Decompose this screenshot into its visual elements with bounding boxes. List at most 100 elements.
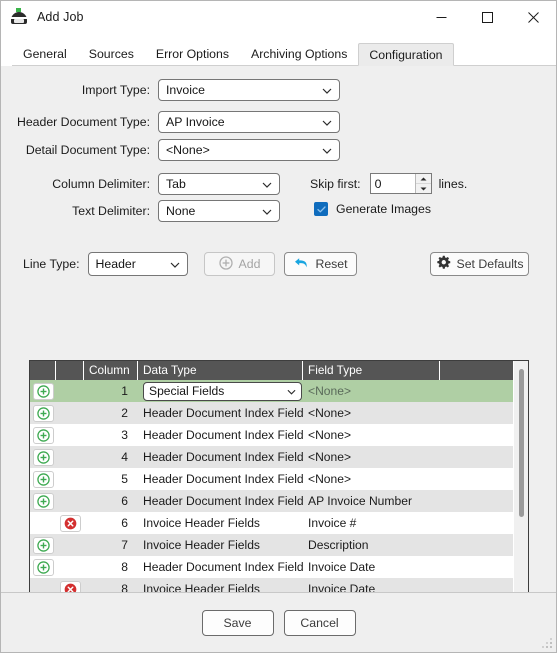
- add-job-dialog: Add Job General Sources Error Options Ar…: [0, 0, 557, 653]
- columns-grid[interactable]: Column Data Type Field Type 1 Special Fi…: [29, 360, 529, 600]
- row-field-type-value[interactable]: <None>: [303, 406, 513, 420]
- row-data-type-select[interactable]: Special Fields: [143, 381, 302, 401]
- row-data-type-value[interactable]: Header Document Index Fields: [138, 494, 303, 508]
- grid-header-icon1[interactable]: [30, 361, 56, 380]
- row-add-icon-cell[interactable]: [30, 536, 56, 554]
- window-title: Add Job: [37, 10, 84, 24]
- add-line-button[interactable]: Add: [204, 252, 275, 276]
- tab-sources[interactable]: Sources: [78, 42, 145, 65]
- tab-configuration[interactable]: Configuration: [358, 43, 454, 66]
- tab-error-options[interactable]: Error Options: [145, 42, 240, 65]
- detail-document-type-value: <None>: [166, 143, 210, 157]
- grid-header-field-type[interactable]: Field Type: [303, 361, 440, 380]
- generate-images-label: Generate Images: [336, 202, 432, 216]
- table-row[interactable]: 7 Invoice Header Fields Description: [30, 534, 513, 556]
- row-data-type-cell[interactable]: Special Fields: [138, 381, 303, 401]
- row-add-icon-cell[interactable]: [30, 470, 56, 488]
- row-add-icon-cell[interactable]: [30, 382, 56, 400]
- generate-images-checkbox[interactable]: [314, 202, 328, 216]
- row-field-type-value[interactable]: <None>: [303, 428, 513, 442]
- row-add-icon-cell[interactable]: [30, 404, 56, 422]
- add-row-icon[interactable]: [32, 404, 54, 422]
- add-row-icon[interactable]: [32, 558, 54, 576]
- add-row-icon[interactable]: [32, 382, 54, 400]
- row-data-type-value[interactable]: Header Document Index Fields: [138, 428, 303, 442]
- add-row-icon[interactable]: [32, 492, 54, 510]
- row-add-icon-cell[interactable]: [30, 426, 56, 444]
- row-data-type-value[interactable]: Invoice Header Fields: [138, 516, 303, 530]
- grid-vertical-scrollbar[interactable]: [513, 361, 528, 599]
- table-row[interactable]: 3 Header Document Index Fields <None>: [30, 424, 513, 446]
- chevron-down-icon: [262, 204, 272, 218]
- row-data-type-value[interactable]: Invoice Header Fields: [138, 538, 303, 552]
- skip-first-label: Skip first:: [310, 176, 361, 191]
- detail-document-type-select[interactable]: <None>: [158, 139, 340, 161]
- row-add-icon-cell[interactable]: [30, 448, 56, 466]
- grid-scrollbar-thumb[interactable]: [519, 369, 524, 517]
- row-field-type-value[interactable]: Invoice Date: [303, 560, 513, 574]
- skip-first-spin-buttons[interactable]: [414, 174, 431, 193]
- reset-button[interactable]: Reset: [284, 252, 357, 276]
- grid-header-spacer[interactable]: [440, 361, 513, 380]
- row-add-icon-cell[interactable]: [30, 558, 56, 576]
- skip-first-stepper[interactable]: 0: [369, 173, 432, 194]
- grid-header-icon2[interactable]: [56, 361, 84, 380]
- row-field-type-value[interactable]: <None>: [303, 472, 513, 486]
- plus-circle-icon: [218, 255, 233, 273]
- spinner-down-icon[interactable]: [416, 184, 431, 193]
- row-data-type-value[interactable]: Header Document Index Fields: [138, 472, 303, 486]
- cancel-button-label: Cancel: [300, 615, 339, 630]
- row-field-type-value[interactable]: <None>: [303, 450, 513, 464]
- skip-first-value: 0: [374, 176, 382, 191]
- row-field-type-value[interactable]: Invoice #: [303, 516, 513, 530]
- text-delimiter-select[interactable]: None: [158, 200, 280, 222]
- minimize-icon[interactable]: [418, 1, 464, 33]
- table-row[interactable]: 5 Header Document Index Fields <None>: [30, 468, 513, 490]
- row-data-type-value[interactable]: Header Document Index Fields: [138, 406, 303, 420]
- table-row[interactable]: 4 Header Document Index Fields <None>: [30, 446, 513, 468]
- detail-document-type-row: Detail Document Type: <None>: [1, 139, 346, 161]
- detail-document-type-label: Detail Document Type:: [25, 143, 150, 157]
- table-row[interactable]: 8 Header Document Index Fields Invoice D…: [30, 556, 513, 578]
- add-row-icon[interactable]: [32, 470, 54, 488]
- row-data-type-value[interactable]: Header Document Index Fields: [138, 560, 303, 574]
- grid-header-column[interactable]: Column: [84, 361, 138, 380]
- column-delimiter-select[interactable]: Tab: [158, 173, 280, 195]
- set-defaults-button[interactable]: Set Defaults: [430, 252, 529, 276]
- line-type-label: Line Type:: [23, 257, 80, 271]
- chevron-down-icon: [170, 257, 180, 271]
- resize-grip-icon[interactable]: [542, 638, 553, 649]
- table-row[interactable]: 6 Invoice Header Fields Invoice #: [30, 512, 513, 534]
- remove-row-icon[interactable]: [59, 514, 81, 532]
- cancel-button[interactable]: Cancel: [283, 609, 356, 636]
- undo-arrow-icon: [293, 256, 309, 273]
- row-field-type-value[interactable]: AP Invoice Number: [303, 494, 513, 508]
- table-row[interactable]: 1 Special Fields <None>: [30, 380, 513, 402]
- row-add-icon-cell[interactable]: [30, 492, 56, 510]
- add-row-icon[interactable]: [32, 448, 54, 466]
- row-data-type-value: Special Fields: [149, 384, 225, 398]
- close-icon[interactable]: [510, 1, 556, 33]
- import-type-select[interactable]: Invoice: [158, 79, 340, 101]
- table-row[interactable]: 6 Header Document Index Fields AP Invoic…: [30, 490, 513, 512]
- maximize-icon[interactable]: [464, 1, 510, 33]
- header-document-type-select[interactable]: AP Invoice: [158, 111, 340, 133]
- tab-archiving-options[interactable]: Archiving Options: [240, 42, 358, 65]
- spinner-up-icon[interactable]: [415, 174, 431, 184]
- header-document-type-row: Header Document Type: AP Invoice: [1, 111, 346, 133]
- add-row-icon[interactable]: [32, 536, 54, 554]
- row-data-type-value[interactable]: Header Document Index Fields: [138, 450, 303, 464]
- row-column-value: 7: [121, 538, 128, 552]
- table-row[interactable]: 2 Header Document Index Fields <None>: [30, 402, 513, 424]
- tab-general[interactable]: General: [12, 42, 78, 65]
- grid-header-data-type[interactable]: Data Type: [138, 361, 303, 380]
- chevron-down-icon: [287, 384, 296, 398]
- save-button[interactable]: Save: [201, 609, 274, 636]
- line-type-select[interactable]: Header: [87, 252, 188, 276]
- chevron-down-icon: [262, 177, 272, 191]
- generate-images-row[interactable]: Generate Images: [314, 202, 431, 216]
- add-row-icon[interactable]: [32, 426, 54, 444]
- set-defaults-button-label: Set Defaults: [456, 257, 524, 271]
- row-remove-icon-cell[interactable]: [56, 514, 84, 532]
- row-field-type-value[interactable]: Description: [303, 538, 513, 552]
